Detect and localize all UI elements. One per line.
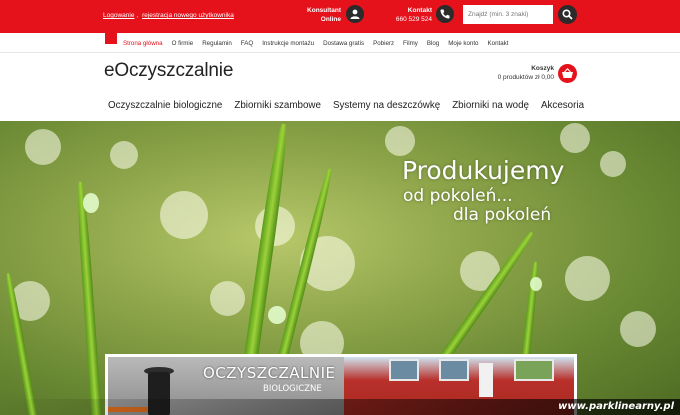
hero-headline: Produkujemy (402, 156, 565, 185)
bokeh-light (600, 151, 626, 177)
main-nav-septic-tanks[interactable]: Zbiorniki szambowe (234, 100, 321, 111)
site-logo[interactable]: eOczyszczalnie (104, 60, 233, 82)
banner-title: OCZYSZCZALNIE (203, 364, 336, 382)
nav-films[interactable]: Filmy (403, 40, 418, 47)
bokeh-light (385, 126, 415, 156)
secondary-nav-list: Strona główna O firmie Regulamin FAQ Ins… (123, 40, 517, 47)
nav-downloads[interactable]: Pobierz (373, 40, 394, 47)
user-icon[interactable] (346, 5, 364, 23)
bokeh-light (620, 311, 656, 347)
contact-label: Kontakt (407, 7, 432, 14)
banner-subtitle: BIOLOGICZNE (263, 384, 322, 394)
auth-separator: , (136, 12, 139, 19)
bokeh-light (110, 141, 138, 169)
house-window (389, 359, 419, 381)
cart-totals: 0 produktów zł 0,00 (497, 74, 554, 81)
cart-label: Koszyk (531, 65, 554, 72)
garden-view (514, 359, 554, 381)
nav-terms[interactable]: Regulamin (202, 40, 232, 47)
register-link[interactable]: rejestracja nowego użytkownika (142, 12, 234, 19)
auth-links: Logowanie, rejestracja nowego użytkownik… (103, 12, 234, 19)
contact-phone: 660 529 524 (395, 16, 432, 23)
consultant-online[interactable]: Konsultant Online (296, 6, 341, 24)
contact-info[interactable]: Kontakt 660 529 524 (386, 6, 432, 24)
main-nav-accessories[interactable]: Akcesoria (541, 100, 584, 111)
grass-blade (75, 181, 102, 415)
nav-install-guides[interactable]: Instrukcje montażu (262, 40, 314, 47)
house-window (439, 359, 469, 381)
nav-my-account[interactable]: Moje konto (448, 40, 478, 47)
house-door (479, 363, 493, 397)
nav-free-delivery[interactable]: Dostawa gratis (323, 40, 364, 47)
dew-drop (83, 193, 99, 213)
login-link[interactable]: Logowanie (103, 12, 134, 19)
secondary-nav: Strona główna O firmie Regulamin FAQ Ins… (0, 33, 680, 53)
nav-blog[interactable]: Blog (427, 40, 439, 47)
top-bar: Logowanie, rejestracja nowego użytkownik… (0, 0, 680, 33)
cart-summary[interactable]: Koszyk 0 produktów zł 0,00 (480, 64, 554, 82)
nav-faq[interactable]: FAQ (241, 40, 253, 47)
nav-contact[interactable]: Kontakt (488, 40, 509, 47)
watermark-strip: www.parklinearny.pl (0, 399, 680, 415)
consultant-online-label: Online (320, 16, 341, 23)
bokeh-light (160, 191, 208, 239)
bokeh-light (560, 123, 590, 153)
bokeh-light (25, 129, 61, 165)
nav-home[interactable]: Strona główna (123, 40, 163, 47)
dew-drop (530, 277, 542, 291)
basket-icon[interactable] (558, 64, 577, 83)
bokeh-light (565, 256, 610, 301)
nav-about[interactable]: O firmie (172, 40, 194, 47)
phone-icon[interactable] (436, 5, 454, 23)
main-nav-water-tanks[interactable]: Zbiorniki na wodę (452, 100, 529, 111)
search-icon (562, 9, 573, 20)
watermark-text: www.parklinearny.pl (558, 401, 674, 412)
main-nav: Oczyszczalnie biologiczne Zbiorniki szam… (108, 100, 596, 111)
hero-subline-1: od pokoleń... (403, 186, 513, 206)
search-button[interactable] (558, 5, 577, 24)
home-tab-marker (105, 33, 117, 44)
hero-subline-2: dla pokoleń (453, 205, 552, 225)
consultant-label: Konsultant (307, 7, 341, 14)
main-nav-rainwater[interactable]: Systemy na deszczówkę (333, 100, 440, 111)
search-input[interactable] (463, 5, 553, 24)
main-nav-bio-treatment[interactable]: Oczyszczalnie biologiczne (108, 100, 222, 111)
dew-drop (268, 306, 286, 324)
bokeh-light (210, 281, 245, 316)
